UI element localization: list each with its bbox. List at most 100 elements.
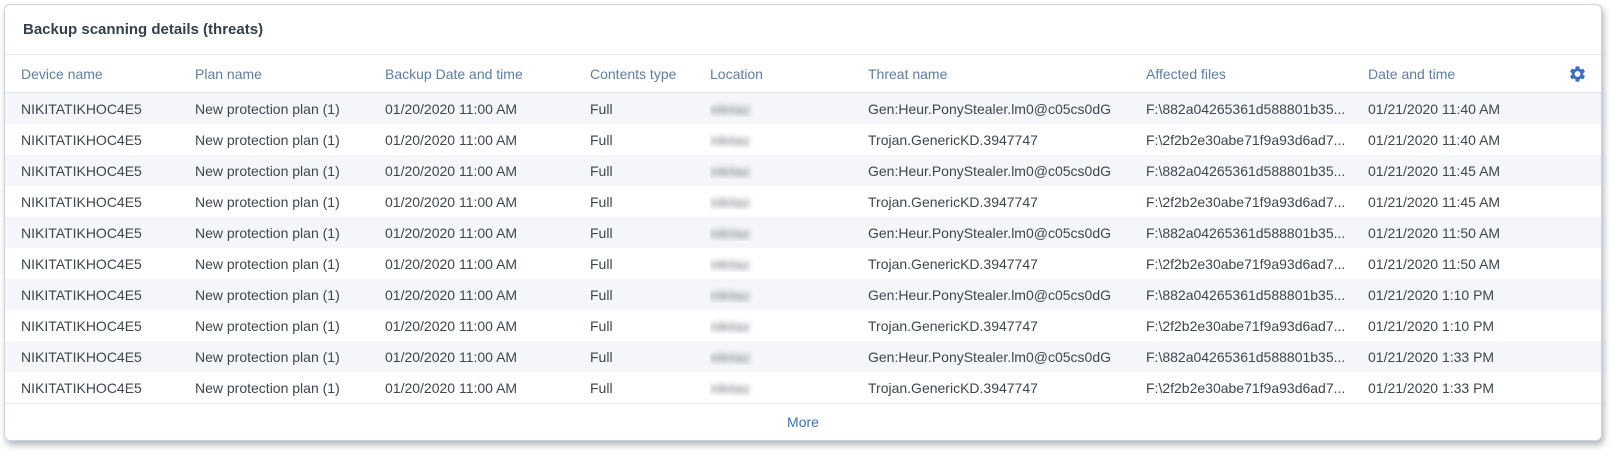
- location-redacted-value: nikitaz: [710, 350, 750, 365]
- cell-backup-date-time: 01/20/2020 11:00 AM: [385, 132, 590, 148]
- column-header-backup-date-and-time[interactable]: Backup Date and time: [385, 66, 590, 82]
- cell-backup-date-time: 01/20/2020 11:00 AM: [385, 194, 590, 210]
- cell-date-time: 01/21/2020 11:45 AM: [1368, 163, 1585, 179]
- cell-plan-name: New protection plan (1): [195, 349, 385, 365]
- cell-date-time: 01/21/2020 1:33 PM: [1368, 380, 1585, 396]
- cell-date-time: 01/21/2020 11:50 AM: [1368, 225, 1585, 241]
- cell-contents-type: Full: [590, 287, 710, 303]
- widget-title: Backup scanning details (threats): [5, 5, 1601, 55]
- cell-affected-files: F:\882a04265361d588801b35...: [1146, 287, 1368, 303]
- cell-date-time: 01/21/2020 1:33 PM: [1368, 349, 1585, 365]
- table-header-row: Device namePlan nameBackup Date and time…: [5, 55, 1601, 93]
- cell-device-name: NIKITATIKHOC4E5: [21, 101, 195, 117]
- cell-device-name: NIKITATIKHOC4E5: [21, 132, 195, 148]
- cell-plan-name: New protection plan (1): [195, 256, 385, 272]
- backup-scanning-threats-widget: Backup scanning details (threats) Device…: [4, 4, 1602, 441]
- table-row[interactable]: NIKITATIKHOC4E5New protection plan (1)01…: [5, 124, 1601, 155]
- cell-threat-name: Gen:Heur.PonyStealer.lm0@c05cs0dG: [868, 163, 1146, 179]
- cell-contents-type: Full: [590, 194, 710, 210]
- cell-device-name: NIKITATIKHOC4E5: [21, 256, 195, 272]
- cell-backup-date-time: 01/20/2020 11:00 AM: [385, 287, 590, 303]
- cell-threat-name: Trojan.GenericKD.3947747: [868, 132, 1146, 148]
- cell-threat-name: Gen:Heur.PonyStealer.lm0@c05cs0dG: [868, 225, 1146, 241]
- cell-date-time: 01/21/2020 11:40 AM: [1368, 101, 1585, 117]
- table-row[interactable]: NIKITATIKHOC4E5New protection plan (1)01…: [5, 372, 1601, 403]
- column-header-location[interactable]: Location: [710, 66, 868, 82]
- cell-device-name: NIKITATIKHOC4E5: [21, 225, 195, 241]
- cell-backup-date-time: 01/20/2020 11:00 AM: [385, 318, 590, 334]
- column-header-device-name[interactable]: Device name: [21, 66, 195, 82]
- cell-affected-files: F:\882a04265361d588801b35...: [1146, 163, 1368, 179]
- cell-plan-name: New protection plan (1): [195, 225, 385, 241]
- column-header-contents-type[interactable]: Contents type: [590, 66, 710, 82]
- cell-affected-files: F:\882a04265361d588801b35...: [1146, 101, 1368, 117]
- cell-backup-date-time: 01/20/2020 11:00 AM: [385, 256, 590, 272]
- cell-threat-name: Trojan.GenericKD.3947747: [868, 194, 1146, 210]
- cell-location: nikitaz: [710, 349, 868, 365]
- table-row[interactable]: NIKITATIKHOC4E5New protection plan (1)01…: [5, 310, 1601, 341]
- cell-device-name: NIKITATIKHOC4E5: [21, 287, 195, 303]
- cell-plan-name: New protection plan (1): [195, 318, 385, 334]
- cell-contents-type: Full: [590, 132, 710, 148]
- table-row[interactable]: NIKITATIKHOC4E5New protection plan (1)01…: [5, 248, 1601, 279]
- cell-device-name: NIKITATIKHOC4E5: [21, 163, 195, 179]
- cell-contents-type: Full: [590, 349, 710, 365]
- cell-backup-date-time: 01/20/2020 11:00 AM: [385, 380, 590, 396]
- cell-date-time: 01/21/2020 11:50 AM: [1368, 256, 1585, 272]
- cell-device-name: NIKITATIKHOC4E5: [21, 318, 195, 334]
- column-header-date-and-time[interactable]: Date and time: [1368, 66, 1585, 82]
- cell-location: nikitaz: [710, 163, 868, 179]
- cell-plan-name: New protection plan (1): [195, 132, 385, 148]
- cell-location: nikitaz: [710, 225, 868, 241]
- table-row[interactable]: NIKITATIKHOC4E5New protection plan (1)01…: [5, 93, 1601, 124]
- cell-affected-files: F:\2f2b2e30abe71f9a93d6ad7...: [1146, 194, 1368, 210]
- cell-location: nikitaz: [710, 132, 868, 148]
- gear-icon[interactable]: [1568, 64, 1587, 83]
- cell-backup-date-time: 01/20/2020 11:00 AM: [385, 349, 590, 365]
- location-redacted-value: nikitaz: [710, 164, 750, 179]
- cell-date-time: 01/21/2020 1:10 PM: [1368, 287, 1585, 303]
- cell-location: nikitaz: [710, 380, 868, 396]
- cell-location: nikitaz: [710, 318, 868, 334]
- cell-threat-name: Trojan.GenericKD.3947747: [868, 256, 1146, 272]
- cell-contents-type: Full: [590, 380, 710, 396]
- cell-date-time: 01/21/2020 1:10 PM: [1368, 318, 1585, 334]
- cell-threat-name: Gen:Heur.PonyStealer.lm0@c05cs0dG: [868, 349, 1146, 365]
- table-row[interactable]: NIKITATIKHOC4E5New protection plan (1)01…: [5, 186, 1601, 217]
- location-redacted-value: nikitaz: [710, 288, 750, 303]
- column-header-plan-name[interactable]: Plan name: [195, 66, 385, 82]
- table-footer: More: [5, 403, 1601, 440]
- cell-backup-date-time: 01/20/2020 11:00 AM: [385, 163, 590, 179]
- table-row[interactable]: NIKITATIKHOC4E5New protection plan (1)01…: [5, 217, 1601, 248]
- cell-plan-name: New protection plan (1): [195, 194, 385, 210]
- cell-backup-date-time: 01/20/2020 11:00 AM: [385, 101, 590, 117]
- more-link[interactable]: More: [787, 414, 819, 430]
- cell-plan-name: New protection plan (1): [195, 163, 385, 179]
- cell-contents-type: Full: [590, 318, 710, 334]
- table-row[interactable]: NIKITATIKHOC4E5New protection plan (1)01…: [5, 155, 1601, 186]
- cell-threat-name: Gen:Heur.PonyStealer.lm0@c05cs0dG: [868, 287, 1146, 303]
- cell-threat-name: Trojan.GenericKD.3947747: [868, 380, 1146, 396]
- table-row[interactable]: NIKITATIKHOC4E5New protection plan (1)01…: [5, 279, 1601, 310]
- cell-affected-files: F:\882a04265361d588801b35...: [1146, 349, 1368, 365]
- location-redacted-value: nikitaz: [710, 319, 750, 334]
- cell-affected-files: F:\2f2b2e30abe71f9a93d6ad7...: [1146, 318, 1368, 334]
- table-row[interactable]: NIKITATIKHOC4E5New protection plan (1)01…: [5, 341, 1601, 372]
- cell-contents-type: Full: [590, 163, 710, 179]
- table-body: NIKITATIKHOC4E5New protection plan (1)01…: [5, 93, 1601, 403]
- cell-device-name: NIKITATIKHOC4E5: [21, 380, 195, 396]
- cell-threat-name: Gen:Heur.PonyStealer.lm0@c05cs0dG: [868, 101, 1146, 117]
- cell-threat-name: Trojan.GenericKD.3947747: [868, 318, 1146, 334]
- cell-location: nikitaz: [710, 194, 868, 210]
- cell-location: nikitaz: [710, 287, 868, 303]
- cell-device-name: NIKITATIKHOC4E5: [21, 194, 195, 210]
- cell-plan-name: New protection plan (1): [195, 287, 385, 303]
- column-header-threat-name[interactable]: Threat name: [868, 66, 1146, 82]
- cell-contents-type: Full: [590, 101, 710, 117]
- column-header-affected-files[interactable]: Affected files: [1146, 66, 1368, 82]
- cell-location: nikitaz: [710, 256, 868, 272]
- cell-location: nikitaz: [710, 101, 868, 117]
- location-redacted-value: nikitaz: [710, 226, 750, 241]
- cell-backup-date-time: 01/20/2020 11:00 AM: [385, 225, 590, 241]
- cell-plan-name: New protection plan (1): [195, 380, 385, 396]
